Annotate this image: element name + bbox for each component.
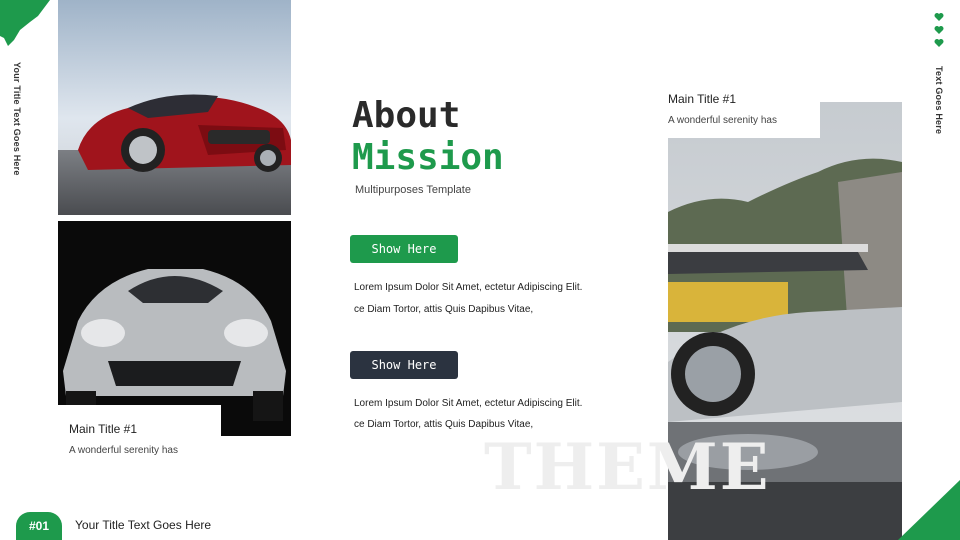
theme-watermark: THEME: [484, 430, 771, 505]
heart-icon: [934, 13, 944, 21]
block-1-line-2: ce Diam Tortor, attis Quis Dapibus Vitae…: [354, 304, 534, 315]
page-subtitle: Multipurposes Template: [355, 184, 471, 196]
heart-icon: [934, 26, 944, 34]
heart-icon: [934, 39, 944, 47]
photo-red-car: [58, 0, 291, 215]
right-card-title: Main Title #1: [668, 92, 737, 106]
right-card-subtitle: A wonderful serenity has: [668, 115, 777, 126]
block-2-line-1: Lorem Ipsum Dolor Sit Amet, ectetur Adip…: [354, 398, 583, 409]
corner-triangle-decoration: [898, 480, 960, 540]
footer-title: Your Title Text Goes Here: [75, 518, 212, 532]
page-title-mission: Mission: [352, 137, 504, 178]
photo-silver-supercar: [58, 221, 291, 436]
show-here-button-1[interactable]: Show Here: [350, 235, 458, 263]
show-here-button-2[interactable]: Show Here: [350, 351, 458, 379]
block-1-line-1: Lorem Ipsum Dolor Sit Amet, ectetur Adip…: [354, 282, 583, 293]
left-card-title: Main Title #1: [69, 422, 138, 436]
page-number-badge: #01: [16, 512, 62, 540]
heart-icons: [934, 12, 944, 48]
left-card-label-box: [58, 405, 221, 475]
left-card-subtitle: A wonderful serenity has: [69, 445, 178, 456]
right-vertical-title: Text Goes Here: [934, 66, 944, 135]
corner-splash-decoration: [0, 0, 50, 46]
left-vertical-title: Your Title Text Goes Here: [12, 62, 22, 176]
block-2-line-2: ce Diam Tortor, attis Quis Dapibus Vitae…: [354, 419, 534, 430]
page-title-about: About: [352, 95, 461, 136]
